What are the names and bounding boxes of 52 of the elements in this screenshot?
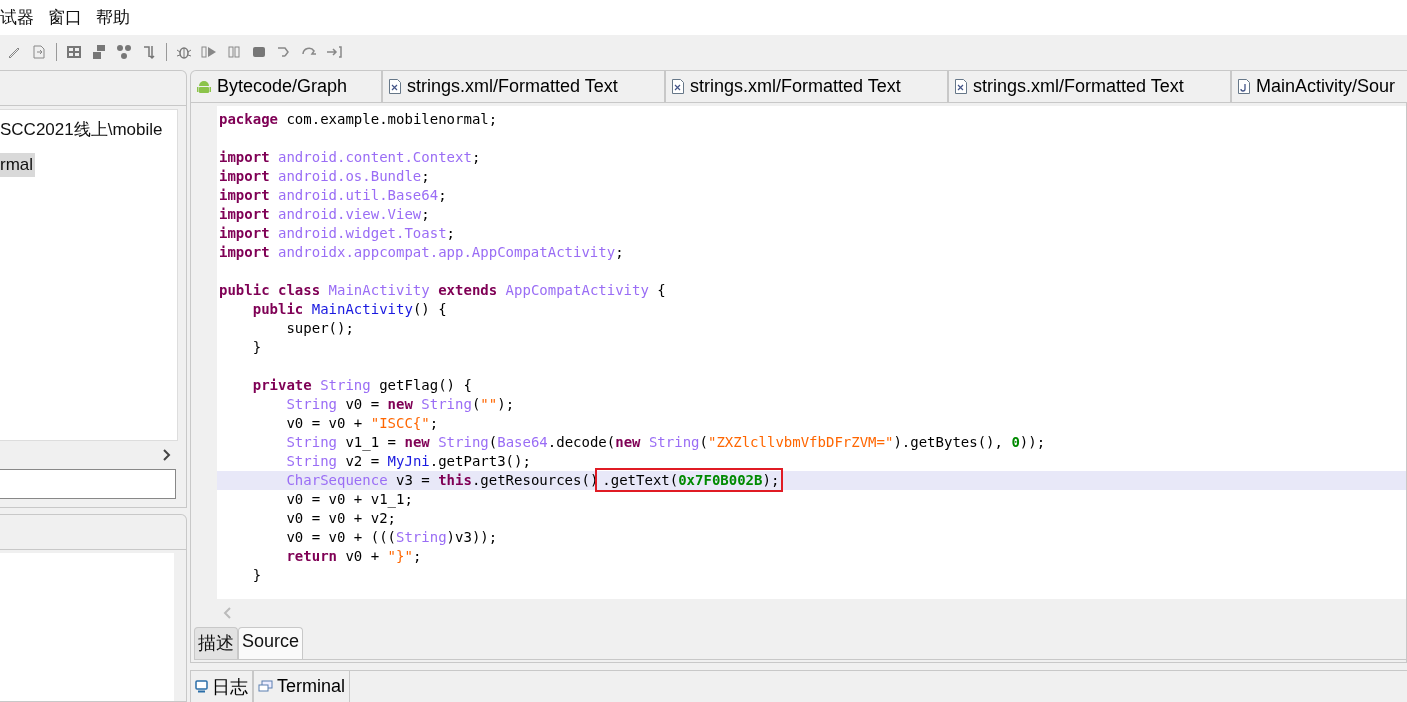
code-line: String v2 = MyJni.getPart3();	[285, 452, 532, 471]
monitor-icon	[195, 680, 208, 693]
code-line: import android.widget.Toast;	[218, 224, 457, 243]
menu-item[interactable]: 帮助	[96, 6, 130, 29]
code-line: public class MainActivity extends AppCompatActivity {	[218, 281, 667, 300]
filter-field[interactable]	[0, 469, 176, 499]
tree-item[interactable]: rmal	[0, 153, 36, 177]
grid-icon[interactable]	[66, 43, 82, 60]
editor-tab[interactable]: Bytecode/Graph	[190, 70, 382, 102]
code-line: super();	[285, 319, 355, 338]
code-line: import android.os.Bundle;	[218, 167, 431, 186]
code-line: String v0 = new String("");	[285, 395, 516, 414]
menu-item[interactable]: 窗口	[48, 6, 82, 29]
nodes-icon[interactable]	[116, 43, 132, 60]
console-tab[interactable]: 日志	[190, 671, 253, 702]
editor-tab[interactable]: strings.xml/Formatted Text	[382, 70, 665, 102]
view-tab[interactable]: Source	[238, 627, 304, 659]
play-icon[interactable]	[201, 43, 217, 60]
java-file-icon	[1238, 79, 1250, 94]
xml-file-icon	[672, 79, 684, 94]
code-line: return v0 + "}";	[285, 547, 423, 566]
menu-item[interactable]: 试器	[0, 6, 34, 29]
code-line: v0 = v0 + "ISCC{";	[285, 414, 440, 433]
code-line: import androidx.appcompat.app.AppCompatActivity;	[218, 243, 625, 262]
scroll-right-icon[interactable]	[162, 449, 172, 461]
code-line: v0 = v0 + (((String)v3));	[285, 528, 499, 547]
code-line: String v1_1 = new String(Base64.decode(new String("ZXZlcllvbmVfbDFrZVM=").getBytes(), 0));	[285, 433, 1047, 452]
sort-icon[interactable]	[141, 43, 157, 60]
view-tab[interactable]: 描述	[194, 627, 238, 659]
code-line: }	[251, 338, 263, 357]
code-line: v0 = v0 + v1_1;	[285, 490, 414, 509]
terminal-icon	[258, 679, 273, 694]
code-line: import android.util.Base64;	[218, 186, 448, 205]
code-line: public MainActivity() {	[251, 300, 448, 319]
editor-tab[interactable]: strings.xml/Formatted Text	[665, 70, 948, 102]
android-icon	[197, 78, 211, 95]
console-tab[interactable]: Terminal	[253, 671, 351, 702]
code-line: import android.view.View;	[218, 205, 431, 224]
xml-file-icon	[389, 79, 401, 94]
step-out-icon[interactable]	[326, 43, 342, 60]
code-line: package com.example.mobilenormal;	[218, 110, 499, 129]
tree-item[interactable]: SCC2021线上\mobile	[0, 116, 165, 143]
export-icon[interactable]	[31, 43, 47, 60]
editor-tab[interactable]: MainActivity/Sour	[1231, 70, 1407, 102]
xml-file-icon	[955, 79, 967, 94]
code-line: v0 = v0 + v2;	[285, 509, 397, 528]
code-line: import android.content.Context;	[218, 148, 482, 167]
blocks-icon[interactable]	[91, 43, 107, 60]
editor-tab[interactable]: strings.xml/Formatted Text	[948, 70, 1231, 102]
code-line: private String getFlag() {	[251, 376, 473, 395]
pause-icon[interactable]	[226, 43, 242, 60]
code-line: }	[251, 566, 263, 585]
